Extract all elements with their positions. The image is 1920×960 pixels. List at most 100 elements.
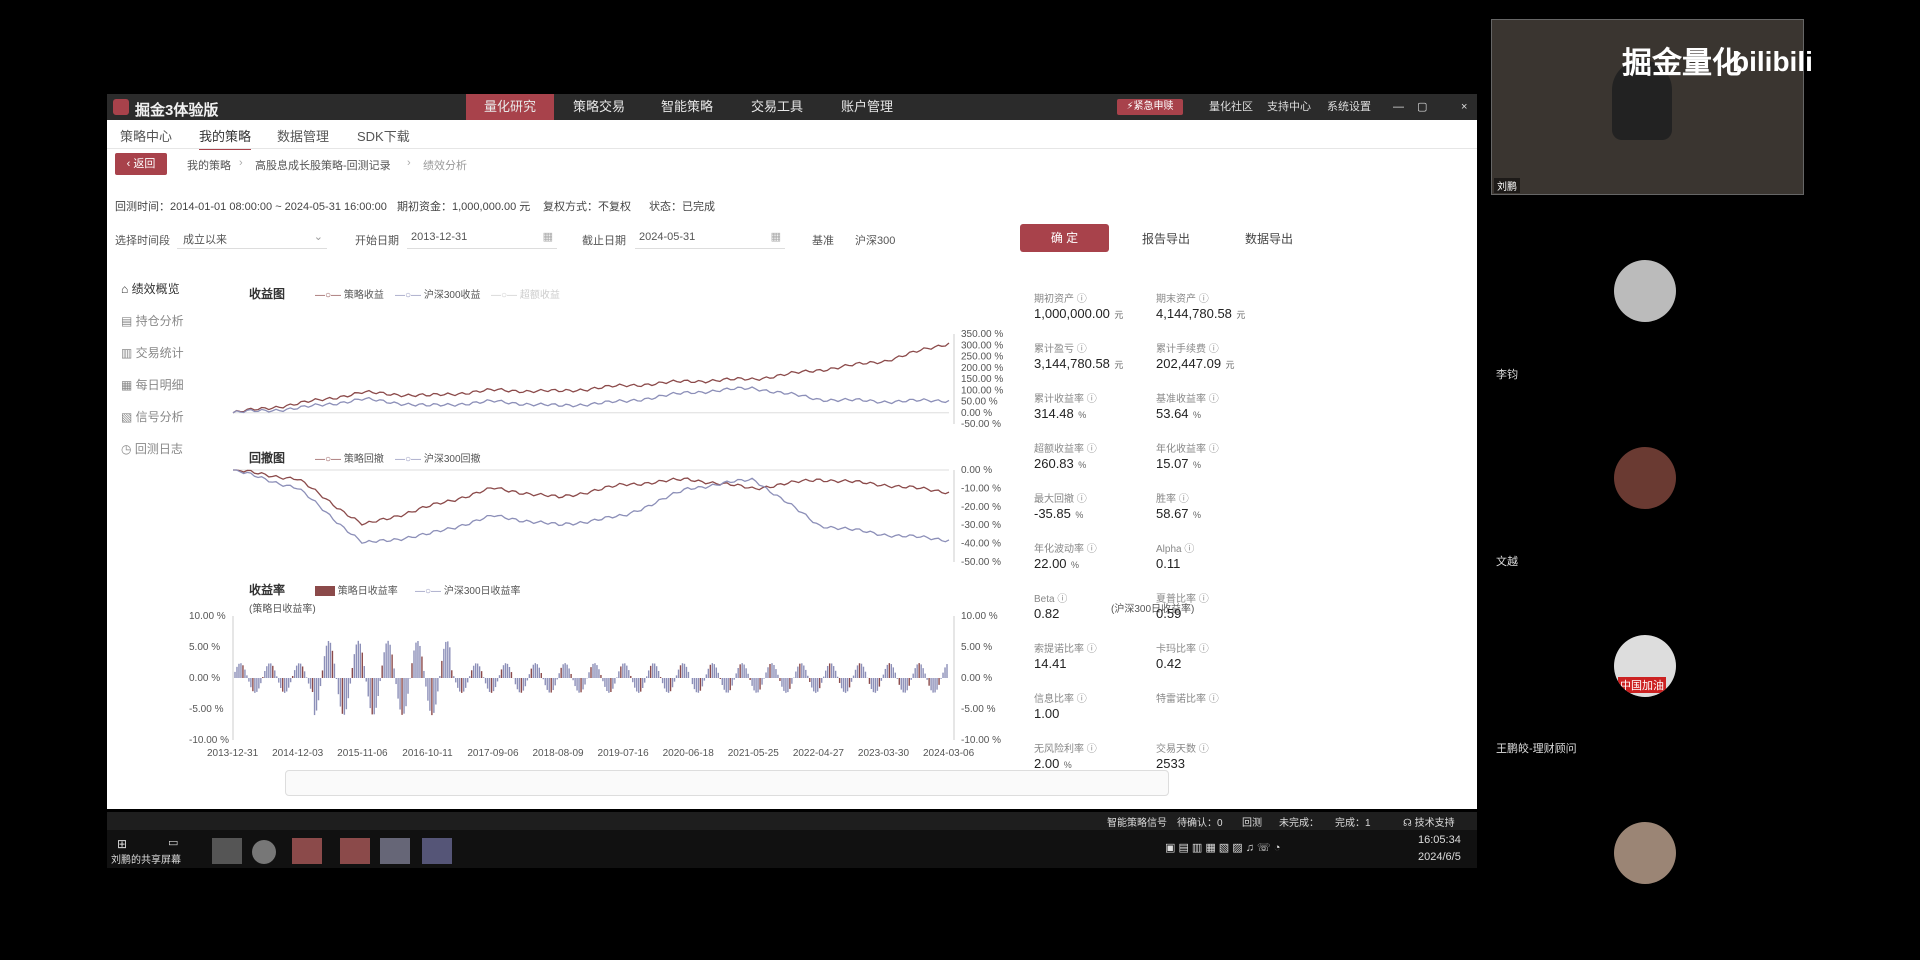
y-tick-label: 250.00 % [961,352,1003,363]
metric-value-row: 0.82 [1034,605,1067,623]
metric-label: 期末资产 ⓘ [1156,294,1209,305]
y-tick-label: 200.00 % [961,363,1003,374]
y-tick-label: -50.00 % [961,419,1001,430]
daily-chart: 10.00 % 10.00 % 5.00 % 5.00 % 0.00 % 0.00 % -5… [189,611,1001,746]
metric-item: 卡玛比率 ⓘ 0.42 [1156,640,1209,673]
y-tick-label: 300.00 % [961,340,1003,351]
metric-unit: % [1078,410,1087,420]
metric-value: 2.00 [1034,756,1060,771]
metric-value: 260.83 [1034,456,1074,471]
status-signal[interactable]: 智能策略信号 [1107,814,1167,829]
participant-name: 王鹏皎-理财顾问 [1496,743,1577,755]
metric-item: 期初资产 ⓘ 1,000,000.00 元 [1034,290,1123,323]
support-label: 技术支持 [1414,818,1455,829]
taskbar-item[interactable] [292,838,322,864]
metric-label: 超额收益率 ⓘ [1034,444,1097,455]
x-tick-label: 2023-03-30 [858,748,910,759]
taskbar-item[interactable] [212,838,242,864]
windows-icon[interactable]: ⊞ [117,837,127,851]
x-tick-label: 2018-08-09 [532,748,584,759]
taskbar-app-icon[interactable]: ▭ [168,836,178,849]
drawdown-chart: 0.00 % -10.00 % -20.00 % -30.00 % -40.00 % -5… [233,465,1001,568]
metric-item: 最大回撤 ⓘ -35.85 % [1034,490,1087,523]
metric-unit: % [1078,460,1087,470]
metric-unit: % [1075,510,1084,520]
metric-item: 累计盈亏 ⓘ 3,144,780.58 元 [1034,340,1123,373]
metric-unit: % [1193,510,1202,520]
taskbar-item[interactable] [340,838,370,864]
metric-label: Beta ⓘ [1034,594,1068,605]
y-tick-label: 150.00 % [961,374,1003,385]
status-pending: 待确认：0 [1177,818,1223,829]
metric-label: 累计收益率 ⓘ [1034,394,1097,405]
metric-item: 期末资产 ⓘ 4,144,780.58 元 [1156,290,1245,323]
tray-icons[interactable]: ▣ ▤ ▥ ▦ ▧ ▨ ♫ ☏ ◔ [1165,841,1280,854]
bilibili-logo: bilibili [1732,46,1813,77]
avatar[interactable] [1614,447,1676,509]
status-review: 回测 [1242,818,1262,829]
metric-label: 交易天数 ⓘ [1156,744,1209,755]
metric-unit: 元 [1114,310,1124,320]
cam-name: 刘鹏 [1494,178,1520,193]
range-slider[interactable] [285,770,1169,796]
metric-value: 22.00 [1034,556,1067,571]
avatar[interactable] [1614,260,1676,322]
metric-item: Beta ⓘ 0.82 [1034,590,1067,623]
metric-value-row: 15.07 % [1156,455,1219,473]
metric-value-row: 1.00 [1034,705,1087,723]
metric-value: 0.42 [1156,656,1182,671]
metric-value-row: -35.85 % [1034,505,1087,523]
y-tick-label: -10.00 % [961,483,1001,494]
avatar-badge: 中国加油 [1618,677,1666,693]
metric-item: 胜率 ⓘ 58.67 % [1156,490,1201,523]
y-tick-label: -40.00 % [961,539,1001,550]
metric-label: 索提诺比率 ⓘ [1034,644,1097,655]
metric-value-row: 0.11 [1156,555,1194,573]
y-tick-label: 5.00 % [961,642,992,653]
metric-item: 年化收益率 ⓘ 15.07 % [1156,440,1219,473]
metric-value-row: 4,144,780.58 元 [1156,305,1245,323]
taskbar-item[interactable] [252,840,276,864]
status-bar [107,812,1477,830]
taskbar-item[interactable] [422,838,452,864]
y-tick-label: 5.00 % [189,642,220,653]
metric-value-row: 0.59 [1156,605,1209,623]
metric-value-row: 1,000,000.00 元 [1034,305,1123,323]
metric-label: 年化波动率 ⓘ [1034,544,1097,555]
metric-value: 3,144,780.58 [1034,356,1110,371]
clock-date: 2024/6/5 [1418,851,1461,863]
metric-item: 特雷诺比率 ⓘ [1156,690,1219,705]
metric-label: 夏普比率 ⓘ [1156,594,1209,605]
status-incomplete: 未完成： [1279,818,1319,829]
x-tick-label: 2020-06-18 [663,748,715,759]
screen-share-label: 刘鹏的共享屏幕 [111,855,181,866]
metric-unit: 元 [1236,310,1246,320]
taskbar-item[interactable] [380,838,410,864]
charts-svg[interactable]: 350.00 %300.00 %250.00 %200.00 %150.00 %… [107,94,1477,809]
metric-label: 年化收益率 ⓘ [1156,444,1219,455]
headset-icon: ☊ [1403,818,1415,829]
tech-support-button[interactable]: ☊ 技术支持 [1403,814,1455,829]
y-tick-label: 0.00 % [961,673,992,684]
y-tick-label: 0.00 % [189,673,220,684]
metric-item: Alpha ⓘ 0.11 [1156,540,1194,573]
camera-video: 掘金量化 bilibili 刘鹏 [1491,19,1813,195]
app-window: 掘金3体验版 量化研究 策略交易 智能策略 交易工具 账户管理 ⚡紧急申赎 量化… [107,94,1477,830]
metric-value-row: 22.00 % [1034,555,1097,573]
metric-value: 4,144,780.58 [1156,306,1232,321]
metric-item: 索提诺比率 ⓘ 14.41 [1034,640,1097,673]
clock-time: 16:05:34 [1418,834,1461,846]
x-tick-label: 2021-05-25 [728,748,780,759]
metric-value-row: 14.41 [1034,655,1097,673]
x-tick-label: 2022-04-27 [793,748,845,759]
avatar[interactable]: 中国加油 [1614,635,1676,697]
metric-value: 2533 [1156,756,1185,771]
y-tick-label: -50.00 % [961,557,1001,568]
metric-value: 0.82 [1034,606,1060,621]
metric-value: 14.41 [1034,656,1067,671]
metric-label: 期初资产 ⓘ [1034,294,1087,305]
participant-name: 李钧 [1496,369,1518,381]
metric-value: 0.59 [1156,606,1182,621]
avatar[interactable] [1614,822,1676,884]
x-tick-label: 2016-10-11 [402,748,453,759]
